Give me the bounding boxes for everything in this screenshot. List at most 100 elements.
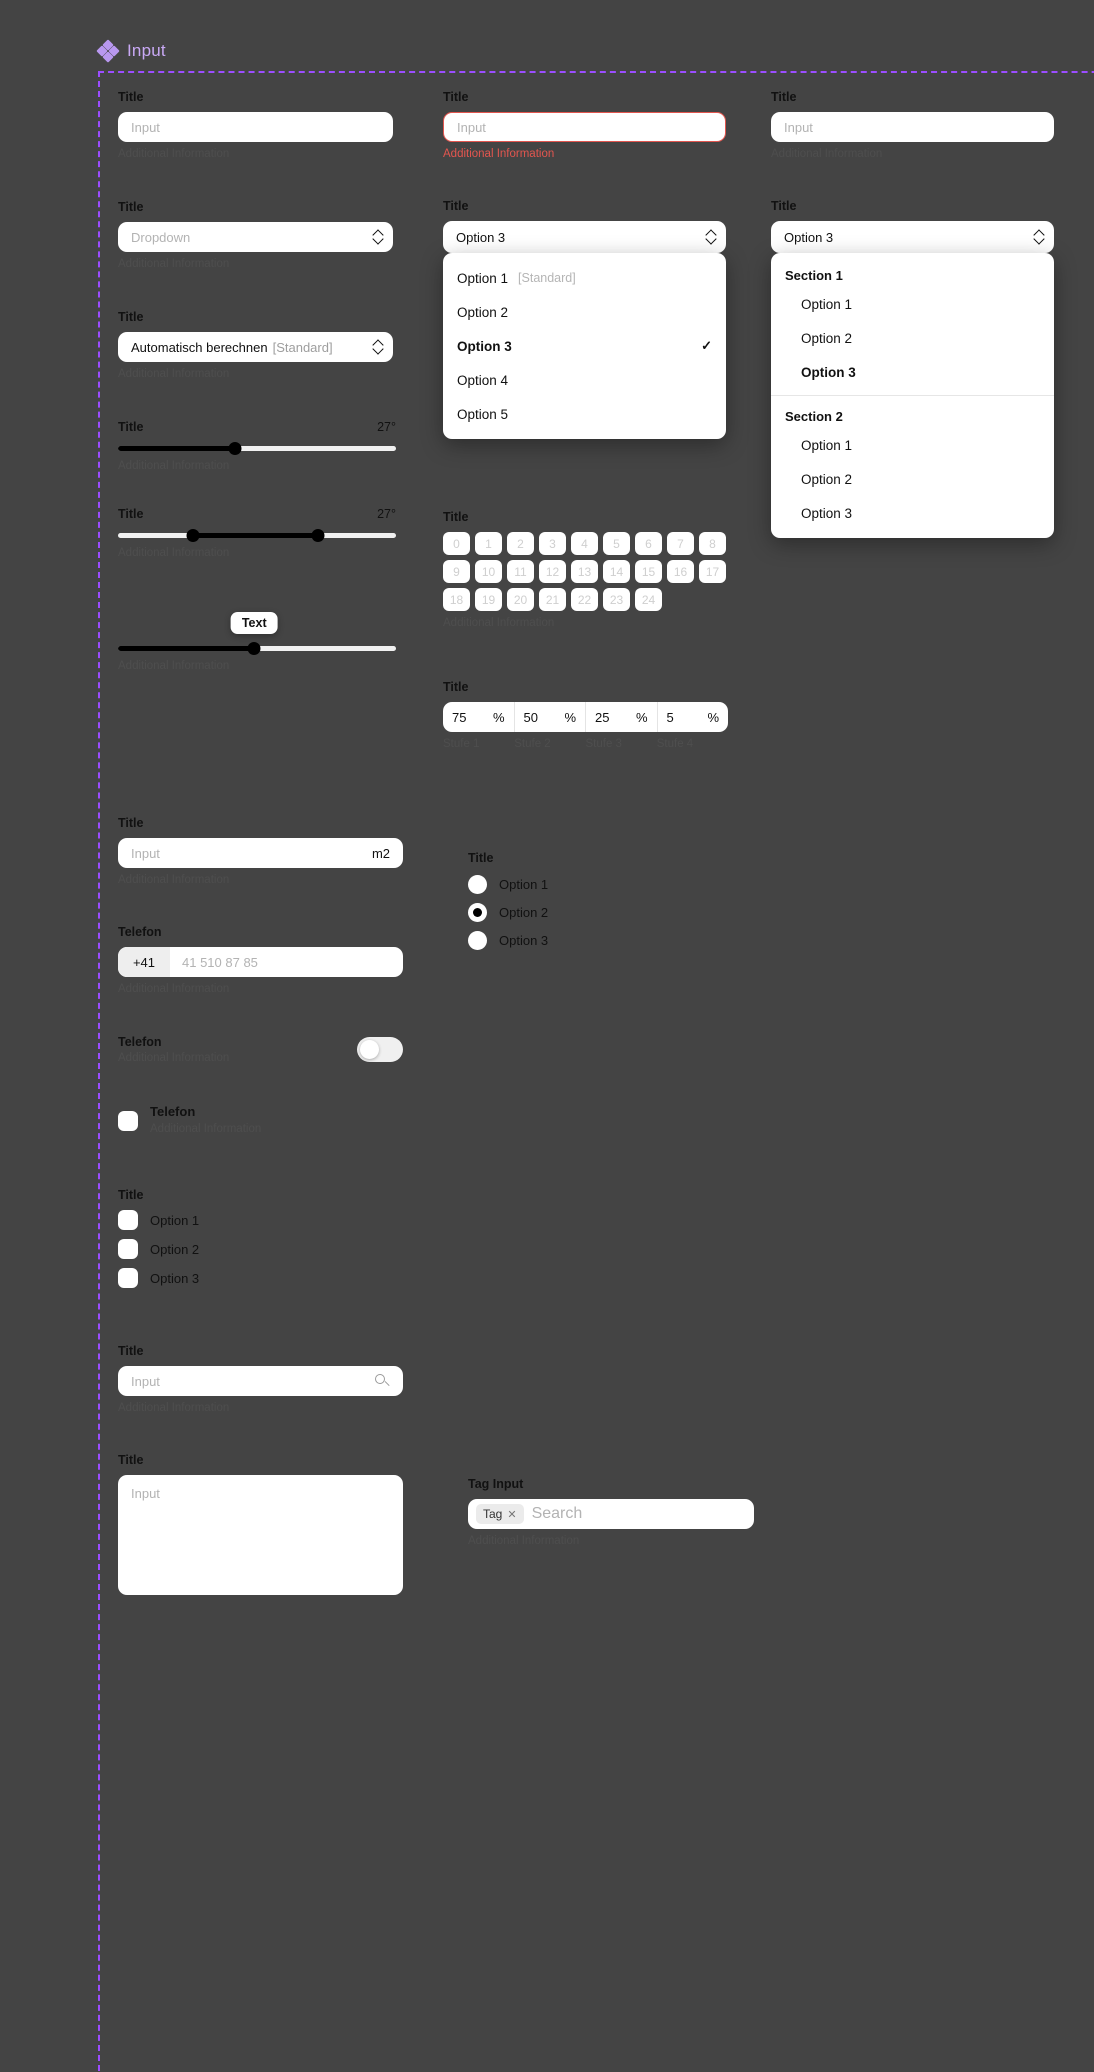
radio-option[interactable]: Option 3 xyxy=(468,931,718,950)
text-input-error[interactable]: Input xyxy=(443,112,726,142)
textarea-input[interactable]: Input xyxy=(118,1475,403,1595)
number-chip[interactable]: 9 xyxy=(443,560,470,583)
number-chip[interactable]: 12 xyxy=(539,560,566,583)
number-chip[interactable]: 13 xyxy=(571,560,598,583)
menu-item-label: Option 3 xyxy=(801,505,853,521)
slider-single[interactable] xyxy=(118,441,396,455)
tag-input[interactable]: Tag ✕ Search xyxy=(468,1499,754,1529)
field-label: Title xyxy=(118,816,144,830)
search-icon[interactable] xyxy=(375,1373,390,1389)
number-chip[interactable]: 22 xyxy=(571,588,598,611)
number-chip[interactable]: 18 xyxy=(443,588,470,611)
menu-item[interactable]: Option 1 xyxy=(771,428,1054,462)
frame-header: Input xyxy=(96,39,166,63)
number-chip[interactable]: 2 xyxy=(507,532,534,555)
radio-label: Option 1 xyxy=(499,877,549,892)
percent-cell[interactable]: 50 % xyxy=(515,702,586,732)
menu-section-header: Section 1 xyxy=(785,268,843,283)
menu-item[interactable]: Option 5 xyxy=(443,397,726,431)
number-chip[interactable]: 16 xyxy=(667,560,694,583)
checkbox-single-row[interactable]: Telefon Additional Information xyxy=(118,1104,403,1137)
number-grid-field: Title 0 1 2 3 4 5 6 7 8 9 10 11 12 13 14… xyxy=(443,510,733,629)
checkbox-box[interactable] xyxy=(118,1110,138,1131)
search-input[interactable]: Input xyxy=(118,1366,403,1396)
phone-number-placeholder[interactable]: 41 510 87 85 xyxy=(170,947,403,977)
number-chip[interactable]: 6 xyxy=(635,532,662,555)
search-field: Title Input Additional Information xyxy=(118,1344,403,1414)
radio-circle[interactable] xyxy=(468,931,487,950)
toggle-switch[interactable] xyxy=(357,1037,403,1062)
number-chip[interactable]: 14 xyxy=(603,560,630,583)
checkbox-option[interactable]: Option 1 xyxy=(118,1210,403,1230)
number-chip[interactable]: 17 xyxy=(699,560,726,583)
checkbox-box[interactable] xyxy=(118,1239,138,1259)
menu-item[interactable]: Option 4 xyxy=(443,363,726,397)
slider-fill xyxy=(118,645,255,651)
slider-thumb[interactable] xyxy=(247,641,261,655)
dropdown-open-trigger[interactable]: Option 3 xyxy=(443,221,726,253)
menu-item-label: Option 4 xyxy=(457,372,509,388)
radio-option[interactable]: Option 1 xyxy=(468,875,718,894)
text-input[interactable]: Input xyxy=(771,112,1054,142)
slider-bubble-control[interactable] xyxy=(118,641,396,655)
field-label: Title xyxy=(443,510,469,524)
dropdown-sections-field: Title Option 3 xyxy=(771,199,1054,253)
text-field-col3: Title Input Additional Information xyxy=(771,90,1054,160)
percent-cell[interactable]: 5 % xyxy=(658,702,729,732)
menu-item-label: Option 2 xyxy=(801,471,853,487)
number-chip[interactable]: 15 xyxy=(635,560,662,583)
number-chip[interactable]: 19 xyxy=(475,588,502,611)
menu-item[interactable]: Option 2 xyxy=(771,462,1054,496)
radio-circle[interactable] xyxy=(468,875,487,894)
dropdown-sections-trigger[interactable]: Option 3 xyxy=(771,221,1054,253)
field-hint: Additional Information xyxy=(118,547,230,559)
number-chip[interactable]: 1 xyxy=(475,532,502,555)
percent-group-field: Title 75 % 50 % 25 % 5 % Stufe 1 Stufe 2… xyxy=(443,680,733,750)
dropdown-auto[interactable]: Automatisch berechnen [Standard] xyxy=(118,332,393,362)
number-chip[interactable]: 21 xyxy=(539,588,566,611)
number-chip[interactable]: 8 xyxy=(699,532,726,555)
field-label: Title xyxy=(118,420,144,434)
slider-thumb-low[interactable] xyxy=(186,528,200,542)
phone-input[interactable]: +41 41 510 87 85 xyxy=(118,947,403,977)
percent-cell[interactable]: 75 % xyxy=(443,702,515,732)
checkbox-option[interactable]: Option 2 xyxy=(118,1239,403,1259)
number-chip[interactable]: 7 xyxy=(667,532,694,555)
number-chip[interactable]: 10 xyxy=(475,560,502,583)
dropdown-empty[interactable]: Dropdown xyxy=(118,222,393,252)
slider-range[interactable] xyxy=(118,528,396,542)
menu-item[interactable]: Option 2 xyxy=(771,321,1054,355)
unit-input[interactable]: Input m2 xyxy=(118,838,403,868)
tag-chip[interactable]: Tag ✕ xyxy=(476,1504,524,1524)
number-chip[interactable]: 23 xyxy=(603,588,630,611)
menu-item[interactable]: Option 1 [Standard] xyxy=(443,261,726,295)
checkbox-option[interactable]: Option 3 xyxy=(118,1268,403,1288)
number-chip[interactable]: 20 xyxy=(507,588,534,611)
checkbox-label: Telefon xyxy=(150,1104,196,1119)
number-chip[interactable]: 3 xyxy=(539,532,566,555)
frame-title[interactable]: Input xyxy=(127,41,166,61)
number-chip[interactable]: 24 xyxy=(635,588,662,611)
slider-thumb-high[interactable] xyxy=(311,528,325,542)
field-label: Title xyxy=(443,90,469,104)
radio-option-selected[interactable]: Option 2 xyxy=(468,903,718,922)
number-chip[interactable]: 11 xyxy=(507,560,534,583)
number-chip[interactable]: 5 xyxy=(603,532,630,555)
number-chip[interactable]: 0 xyxy=(443,532,470,555)
country-code[interactable]: +41 xyxy=(118,947,170,977)
menu-item-badge: [Standard] xyxy=(518,271,576,285)
number-chip[interactable]: 4 xyxy=(571,532,598,555)
radio-circle-selected[interactable] xyxy=(468,903,487,922)
checkbox-box[interactable] xyxy=(118,1268,138,1288)
menu-item[interactable]: Option 2 xyxy=(443,295,726,329)
percent-cell[interactable]: 25 % xyxy=(586,702,658,732)
slider-thumb[interactable] xyxy=(228,441,242,455)
close-icon[interactable]: ✕ xyxy=(507,1508,516,1521)
menu-item-selected[interactable]: Option 3 xyxy=(771,355,1054,389)
tag-input-placeholder: Search xyxy=(531,1505,583,1522)
menu-item-selected[interactable]: Option 3 ✓ xyxy=(443,329,726,363)
checkbox-box[interactable] xyxy=(118,1210,138,1230)
text-input[interactable]: Input xyxy=(118,112,393,142)
menu-item[interactable]: Option 1 xyxy=(771,287,1054,321)
menu-item[interactable]: Option 3 xyxy=(771,496,1054,530)
